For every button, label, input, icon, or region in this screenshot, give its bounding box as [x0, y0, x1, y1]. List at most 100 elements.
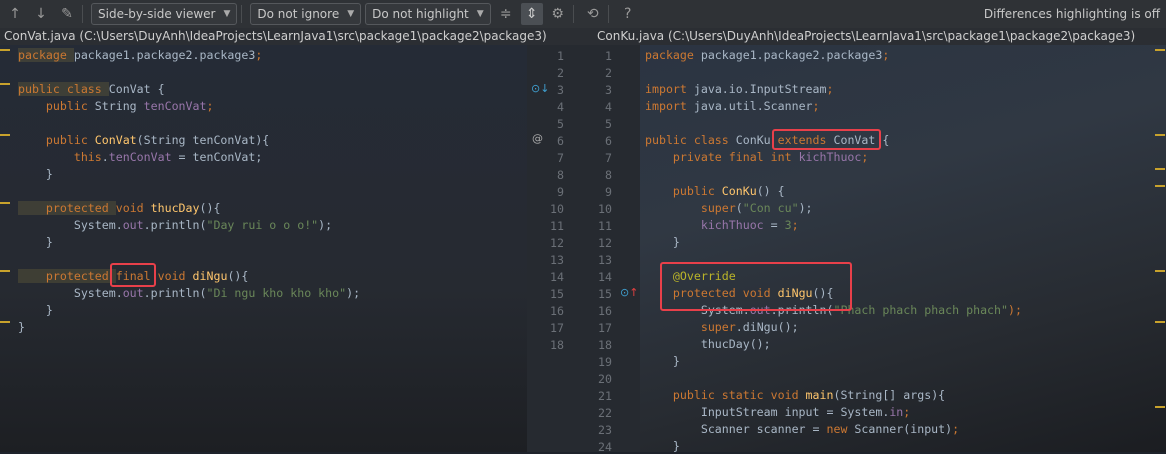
code-token: .println( [143, 286, 207, 300]
line-number: 21 [598, 389, 612, 403]
code-line[interactable]: super.diNgu(); [645, 319, 799, 336]
code-token: thucDay [150, 201, 200, 215]
line-number: 11 [598, 219, 612, 233]
code-token: package [18, 48, 74, 62]
line-number: 6 [605, 134, 612, 148]
highlight-box-extends [772, 129, 881, 150]
ignore-label: Do not ignore [257, 7, 340, 21]
code-token: public class [645, 133, 736, 147]
diff-toolbar: ↑ ↓ ✎ Side-by-side viewer ▼ Do not ignore… [0, 0, 1166, 28]
code-line[interactable]: import java.util.Scanner; [645, 98, 820, 115]
code-token: void [115, 201, 151, 215]
highlight-dropdown[interactable]: Do not highlight ▼ [365, 3, 491, 25]
code-line[interactable]: super("Con cu"); [645, 200, 813, 217]
line-number: 5 [557, 117, 564, 131]
arrow-down-icon[interactable]: ↓ [30, 3, 52, 25]
code-line[interactable]: } [18, 166, 53, 183]
code-line[interactable]: Scanner scanner = new Scanner(input); [645, 421, 959, 438]
code-line[interactable]: kichThuoc = 3; [645, 217, 799, 234]
code-line[interactable]: } [18, 319, 25, 336]
code-token: in [889, 405, 904, 419]
line-number: 13 [598, 253, 612, 267]
code-line[interactable]: public ConVat(String tenConVat){ [18, 132, 269, 149]
chevron-down-icon: ▼ [347, 9, 355, 19]
line-number: 7 [557, 151, 564, 165]
change-marker[interactable] [1155, 270, 1165, 272]
help-icon[interactable]: ? [617, 3, 639, 25]
code-line[interactable]: } [18, 302, 53, 319]
code-line[interactable]: public class ConVat { [18, 81, 165, 98]
left-file-header: ConVat.java (C:\Users\DuyAnh\IdeaProject… [0, 28, 578, 45]
edit-icon[interactable]: ✎ [56, 3, 78, 25]
code-line[interactable]: InputStream input = System.in; [645, 404, 910, 421]
line-number: 4 [605, 100, 612, 114]
line-number: 14 [550, 270, 564, 284]
code-token: "Con cu" [742, 201, 799, 215]
change-marker[interactable] [0, 134, 10, 136]
sync-scroll-icon[interactable]: ⇕ [520, 3, 543, 25]
change-marker[interactable] [0, 49, 10, 51]
change-marker[interactable] [1155, 168, 1165, 170]
change-marker[interactable] [0, 83, 10, 85]
change-marker[interactable] [1155, 185, 1165, 187]
change-marker[interactable] [1155, 406, 1165, 408]
code-token: import [645, 99, 694, 113]
code-line[interactable]: } [645, 353, 680, 370]
code-token: System. [18, 286, 123, 300]
code-line[interactable]: thucDay(); [645, 336, 771, 353]
code-line[interactable]: protected void thucDay(){ [18, 200, 220, 217]
change-marker[interactable] [0, 270, 10, 272]
code-token: void [150, 269, 193, 283]
code-token: ; [206, 99, 214, 113]
code-token: main [805, 388, 834, 402]
diff-settings-icon[interactable]: ⟲ [582, 3, 604, 25]
code-token: Scanner(input) [854, 422, 953, 436]
code-token: super [645, 320, 736, 334]
overrides-icon[interactable]: ⊙↑ [620, 286, 638, 299]
code-token: "Phach phach phach phach" [833, 303, 1008, 317]
change-marker[interactable] [1155, 49, 1165, 51]
collapse-icon[interactable]: ≑ [495, 3, 517, 25]
arrow-up-icon[interactable]: ↑ [4, 3, 26, 25]
code-token: ); [1008, 303, 1022, 317]
right-editor[interactable]: package package1.package2.package3; impor… [640, 45, 1166, 452]
code-token: ; [882, 48, 890, 62]
code-token: = [763, 218, 785, 232]
code-line[interactable]: private final int kichThuoc; [645, 149, 868, 166]
code-token: ConKu [721, 184, 757, 198]
code-token: .println( [143, 218, 207, 232]
code-line[interactable]: import java.io.InputStream; [645, 81, 833, 98]
code-line[interactable]: } [645, 438, 680, 452]
code-line[interactable]: package package1.package2.package3; [645, 47, 889, 64]
code-token: public [18, 99, 95, 113]
code-line[interactable]: package package1.package2.package3; [18, 47, 262, 64]
change-marker[interactable] [0, 321, 10, 323]
change-marker[interactable] [1155, 134, 1165, 136]
viewer-dropdown[interactable]: Side-by-side viewer ▼ [91, 3, 238, 25]
code-line[interactable]: public String tenConVat; [18, 98, 214, 115]
line-number: 19 [598, 355, 612, 369]
code-token: kichThuoc [798, 150, 862, 164]
code-token: } [18, 320, 25, 334]
code-line[interactable]: } [645, 234, 680, 251]
change-marker[interactable] [0, 202, 10, 204]
code-token: ; [861, 150, 869, 164]
highlight-status: Differences highlighting is off [983, 7, 1160, 21]
code-token: ; [903, 405, 911, 419]
code-line[interactable]: this.tenConVat = tenConVat; [18, 149, 263, 166]
ignore-dropdown[interactable]: Do not ignore ▼ [250, 3, 362, 25]
code-line[interactable]: public static void main(String[] args){ [645, 387, 945, 404]
code-line[interactable]: } [18, 234, 53, 251]
line-number: 20 [598, 372, 612, 386]
code-token: tenConVat [143, 99, 207, 113]
code-token: package1.package2.package3 [700, 48, 883, 62]
change-marker[interactable] [1155, 321, 1165, 323]
left-editor[interactable]: package package1.package2.package3; publi… [0, 45, 527, 452]
gear-icon[interactable]: ⚙ [547, 3, 569, 25]
code-line[interactable]: System.out.println("Day rui o o o!"); [18, 217, 332, 234]
line-number: 8 [557, 168, 564, 182]
code-line[interactable]: public ConKu() { [645, 183, 785, 200]
code-token: 3 [784, 218, 792, 232]
code-token: tenConVat [108, 150, 172, 164]
code-line[interactable]: System.out.println("Di ngu kho kho kho")… [18, 285, 360, 302]
